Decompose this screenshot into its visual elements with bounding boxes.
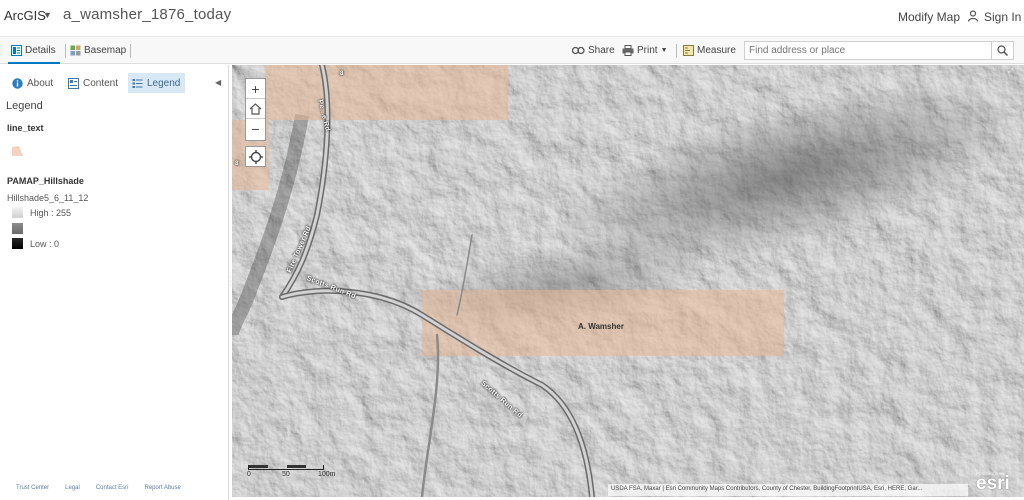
print-label: Print (637, 45, 658, 56)
search-icon (997, 45, 1008, 56)
parcel-polygon[interactable] (265, 65, 508, 120)
content-icon (68, 77, 79, 89)
hillshade-map[interactable] (232, 65, 1024, 497)
parcel-label: A. Wamsher (578, 322, 624, 331)
toolbar-divider (676, 44, 677, 58)
active-tab-indicator (8, 62, 60, 64)
locate-crosshair-icon (248, 149, 263, 164)
content-tab-label: Content (83, 77, 119, 89)
ramp-low-swatch (12, 238, 23, 249)
app-header: ArcGIS ▼ a_wamsher_1876_today Modify Map… (0, 0, 1024, 36)
zoom-in-button[interactable]: + (246, 79, 265, 99)
chevron-down-icon: ▼ (660, 47, 668, 54)
home-button[interactable] (246, 99, 265, 119)
details-icon (11, 45, 22, 56)
details-tab[interactable]: Details (8, 37, 59, 64)
scale-segment (287, 465, 306, 468)
collapse-panel-icon[interactable]: ◀ (215, 78, 221, 87)
scale-segment (249, 465, 268, 468)
legend-list-icon (132, 78, 143, 88)
map-title: a_wamsher_1876_today (63, 6, 232, 23)
scale-label-hundred: 100m (318, 471, 336, 478)
toolbar-divider (65, 44, 66, 58)
about-tab[interactable]: About (8, 73, 57, 93)
sign-in-link[interactable]: Sign In (984, 10, 1021, 24)
map-view[interactable]: + − ⤢ A. Wamsher Scotts Run Rd Scotts Ru… (232, 65, 1024, 497)
measure-label: Measure (697, 45, 736, 56)
esri-wordmark: esri (976, 473, 1010, 494)
ramp-high-label: High : 255 (30, 208, 72, 218)
legend-tab-label: Legend (147, 77, 181, 89)
toolbar: Details Basemap Share Print ▼ Measure Fi… (0, 36, 1024, 64)
road-number-label: 8 (340, 71, 344, 77)
search-input[interactable] (744, 41, 992, 60)
share-label: Share (588, 45, 615, 56)
about-tab-label: About (27, 77, 54, 89)
zoom-control: + − (245, 78, 266, 141)
search-button[interactable] (992, 41, 1014, 60)
legend-layer-name: line_text (7, 123, 44, 133)
print-button[interactable]: Print ▼ (622, 37, 668, 64)
share-button[interactable]: Share (572, 37, 615, 64)
app-name-menu[interactable]: ArcGIS (4, 8, 46, 23)
footer-link-legal[interactable]: Legal (65, 485, 80, 491)
basemap-tab[interactable]: Basemap (70, 37, 126, 64)
expand-map-icon[interactable]: ⤢ (1008, 68, 1014, 76)
printer-icon (622, 45, 634, 56)
measure-button[interactable]: Measure (683, 37, 736, 64)
zoom-out-button[interactable]: − (246, 119, 265, 139)
ramp-low-label: Low : 0 (30, 239, 60, 249)
info-icon (12, 77, 23, 89)
footer-links: Trust Center Legal Contact Esri Report A… (0, 485, 229, 491)
home-icon (249, 102, 262, 115)
polygon-swatch-icon (12, 146, 23, 156)
ramp-mid-swatch (12, 223, 23, 234)
details-panel: About Content Legend ◀ Legend line_text … (0, 65, 229, 500)
map-attribution[interactable]: USDA FSA, Maxar | Esri Community Maps Co… (608, 484, 968, 496)
details-tab-label: Details (25, 45, 56, 56)
basemap-tab-label: Basemap (84, 45, 127, 56)
footer-link-trust-center[interactable]: Trust Center (16, 485, 49, 491)
road-number-label: 8 (235, 161, 239, 167)
legend-layer-name: PAMAP_Hillshade (7, 176, 84, 186)
legend-tab[interactable]: Legend (128, 73, 185, 93)
content-tab[interactable]: Content (64, 73, 122, 93)
measure-icon (683, 45, 694, 56)
legend-heading: Legend (6, 100, 43, 112)
scale-label-fifty: 50 (282, 471, 290, 478)
toolbar-divider (130, 44, 131, 58)
modify-map-link[interactable]: Modify Map (898, 10, 960, 24)
locate-button[interactable] (245, 146, 266, 167)
ramp-high-swatch (12, 207, 23, 218)
share-link-icon (572, 46, 585, 55)
legend-sublayer-name: Hillshade5_6_11_12 (7, 193, 89, 203)
user-icon[interactable] (967, 10, 979, 22)
footer-link-report-abuse[interactable]: Report Abuse (145, 485, 181, 491)
scale-label-zero: 0 (247, 471, 251, 478)
scale-bar (248, 465, 324, 470)
footer-link-contact-esri[interactable]: Contact Esri (96, 485, 129, 491)
chevron-down-icon[interactable]: ▼ (43, 10, 52, 20)
basemap-grid-icon (70, 45, 81, 56)
